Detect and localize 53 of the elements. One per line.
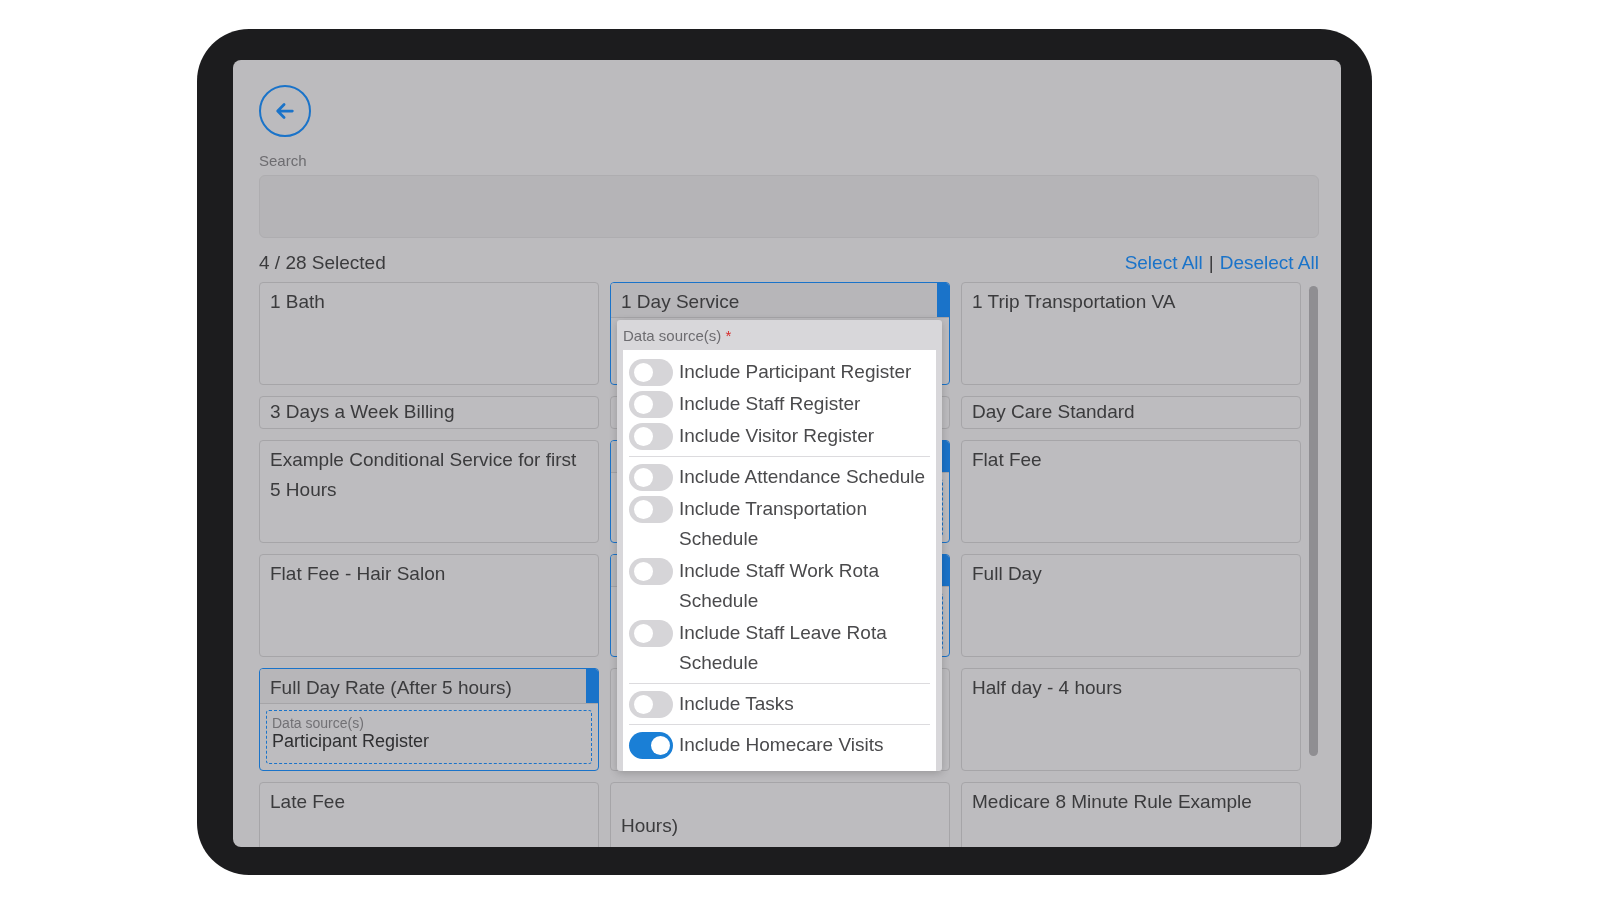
service-name: Example Conditional Service for first 5 Hours — [269, 448, 578, 502]
service-card[interactable]: Flat Fee — [961, 440, 1301, 543]
toggle-switch[interactable] — [629, 359, 673, 386]
search-label: Search — [259, 152, 308, 169]
link-separator: | — [1208, 252, 1214, 274]
back-button[interactable] — [259, 85, 311, 137]
toggle-label: Include Transportation Schedule — [679, 497, 868, 551]
service-card[interactable]: Day Care Standard — [961, 396, 1301, 429]
service-card[interactable]: Medicare 8 Minute Rule Example — [961, 782, 1301, 847]
service-name: Flat Fee — [971, 448, 1043, 472]
service-card[interactable]: 1 Bath — [259, 282, 599, 385]
toggle-label: Include Tasks — [679, 692, 794, 716]
service-card[interactable]: Full Day Rate (After 5 hours) Data source(s) Participant Register — [259, 668, 599, 771]
toggle-label: Include Attendance Schedule — [679, 465, 926, 489]
toggle-switch[interactable] — [629, 691, 673, 718]
toggle-label: Include Staff Work Rota Schedule — [679, 559, 880, 613]
service-name: Flat Fee - Hair Salon — [269, 562, 447, 586]
data-source-value: Participant Register — [272, 731, 431, 752]
toggle-label: Include Participant Register — [679, 360, 912, 384]
service-name: Medicare 8 Minute Rule Example — [971, 790, 1253, 814]
toggle-label: Include Staff Leave Rota Schedule — [679, 621, 888, 675]
toggle-switch[interactable] — [629, 558, 673, 585]
toggle-switch[interactable] — [629, 391, 673, 418]
scrollbar[interactable] — [1309, 286, 1318, 756]
data-source-label: Data source(s) — [272, 715, 365, 731]
service-name: Half day - 4 hours — [971, 676, 1123, 700]
toggle-label: Include Homecare Visits — [679, 733, 884, 757]
service-name: Full Day — [971, 562, 1043, 586]
toggle-switch[interactable] — [629, 464, 673, 491]
toggle-label: Include Visitor Register — [679, 424, 875, 448]
toggle-switch[interactable] — [629, 732, 673, 759]
service-card[interactable]: Late Fee — [259, 782, 599, 847]
service-card[interactable]: Half day - 4 hours — [961, 668, 1301, 771]
service-name: Late Fee — [269, 790, 346, 814]
service-name: Full Day Rate (After 5 hours) — [269, 676, 513, 700]
service-card[interactable]: Flat Fee - Hair Salon — [259, 554, 599, 657]
popup-label: Data source(s) * — [623, 326, 733, 346]
service-name: 1 Bath — [269, 290, 326, 314]
selected-tab — [586, 669, 598, 703]
service-card[interactable]: 3 Days a Week Billing — [259, 396, 599, 429]
service-name: 1 Day Service — [620, 290, 741, 314]
selected-count: 4 / 28 Selected — [259, 252, 386, 274]
toggle-switch[interactable] — [629, 620, 673, 647]
service-card[interactable]: Full Day — [961, 554, 1301, 657]
service-name: 1 Trip Transportation VA — [971, 290, 1177, 314]
service-card[interactable]: 1 Trip Transportation VA — [961, 282, 1301, 385]
toggle-switch[interactable] — [629, 496, 673, 523]
arrow-left-icon — [274, 100, 296, 122]
service-card[interactable]: Example Conditional Service for first 5 Hours — [259, 440, 599, 543]
toggle-label: Include Staff Register — [679, 392, 861, 416]
service-name: Hours) — [621, 814, 678, 838]
toggle-switch[interactable] — [629, 423, 673, 450]
service-card[interactable]: Hours) — [610, 782, 950, 847]
